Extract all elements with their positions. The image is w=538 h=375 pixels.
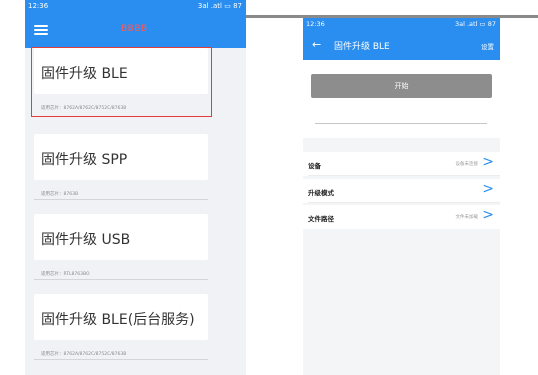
- status-bar: 12:36 3al .atl ▭ 87: [303, 18, 500, 29]
- divider: [34, 199, 208, 200]
- chip-compat-text: 适用芯片：RTL8763BO: [41, 272, 90, 277]
- page-title: 固件升级 BLE: [334, 42, 390, 52]
- status-indicators: 3al .atl ▭ 87: [455, 20, 496, 28]
- battery-icon: ▭: [479, 20, 486, 28]
- status-bar: 12:36 3al .atl ▭ 87: [25, 0, 246, 12]
- row-value: 文件未加载: [455, 215, 479, 220]
- app-bar: BBBB: [25, 12, 246, 48]
- chevron-right-icon: >: [482, 154, 494, 170]
- row-upgrade-mode[interactable]: 升级模式 >: [303, 179, 500, 203]
- divider: [308, 175, 500, 176]
- chip-compat-text: 适用芯片：8762A/8762C/8752C/8763B: [41, 352, 127, 357]
- back-arrow-icon[interactable]: ←: [312, 38, 321, 51]
- progress-bar: [315, 123, 487, 124]
- status-indicators: 3al .atl ▭ 87: [198, 2, 242, 10]
- row-device[interactable]: 设备 设备未连接 >: [303, 152, 500, 176]
- start-button[interactable]: 开始: [311, 74, 492, 98]
- status-time: 12:36: [28, 2, 49, 10]
- row-label: 文件路径: [308, 215, 334, 223]
- chevron-right-icon: >: [482, 181, 494, 197]
- row-value: 设备未连接: [455, 162, 479, 167]
- menu-item-label: 固件升级 BLE(后台服务): [41, 312, 195, 328]
- row-label: 设备: [308, 162, 321, 170]
- app-bar: ← 固件升级 BLE 设置: [303, 29, 500, 60]
- menu-item-label: 固件升级 USB: [41, 232, 131, 248]
- left-phone-screen: 12:36 3al .atl ▭ 87 BBBB 固件升级 BLE 适用芯片：8…: [25, 0, 246, 375]
- row-label: 升级模式: [308, 189, 334, 197]
- signal-icon: 3al .atl: [455, 20, 478, 28]
- right-phone-screen: 12:36 3al .atl ▭ 87 ← 固件升级 BLE 设置 开始 设备 …: [303, 18, 500, 375]
- divider: [34, 359, 208, 360]
- divider: [308, 202, 500, 203]
- start-panel: 开始: [303, 60, 500, 138]
- menu-icon[interactable]: [34, 25, 48, 35]
- status-time: 12:36: [306, 20, 325, 28]
- menu-item-label: 固件升级 SPP: [41, 152, 128, 168]
- chevron-right-icon: >: [482, 207, 494, 223]
- battery-icon: ▭: [224, 2, 231, 10]
- selection-highlight: [31, 47, 212, 117]
- app-title: BBBB: [121, 24, 148, 34]
- battery-level: 87: [233, 2, 242, 10]
- settings-button[interactable]: 设置: [481, 41, 494, 51]
- signal-icon: 3al .atl: [197, 2, 222, 10]
- battery-level: 87: [487, 20, 496, 28]
- divider: [34, 279, 208, 280]
- chip-compat-text: 适用芯片：8763B: [41, 192, 79, 197]
- row-file-path[interactable]: 文件路径 文件未加载 >: [303, 205, 500, 229]
